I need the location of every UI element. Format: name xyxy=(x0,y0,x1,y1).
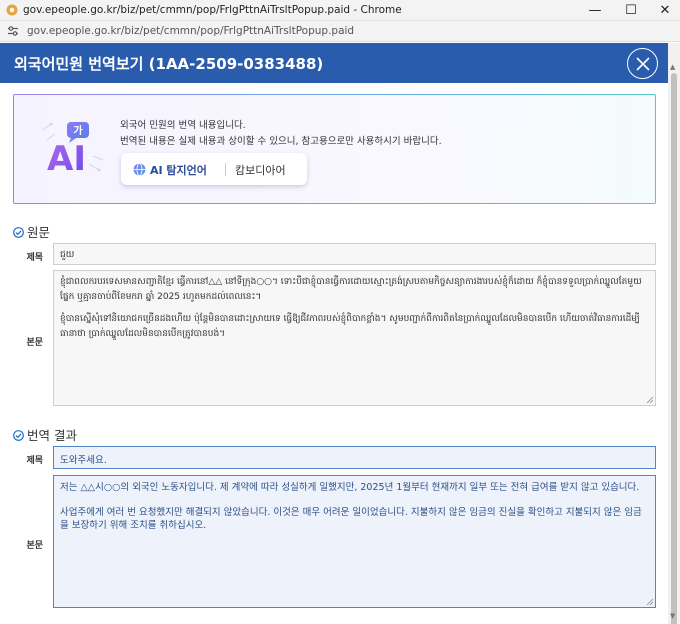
translation-body-field[interactable]: 저는 △△시○○의 외국인 노동자입니다. 제 계약에 따라 성실하게 일했지만… xyxy=(53,475,656,608)
maximize-button[interactable]: ☐ xyxy=(614,0,648,21)
detected-language-badge: AI 탐지언어 캄보디아어 xyxy=(121,153,307,185)
chrome-page-icon xyxy=(6,4,18,16)
check-circle-icon xyxy=(13,227,24,238)
translation-title-value: 도와주세요. xyxy=(60,455,107,466)
popup-header: 외국어민원 번역보기 (1AA-2509-0383488) xyxy=(0,43,668,83)
detected-language: 캄보디아어 xyxy=(235,164,286,177)
translation-heading-text: 번역 결과 xyxy=(27,428,77,443)
translation-title-field: 도와주세요. xyxy=(53,446,656,469)
popup-title: 외국어민원 번역보기 (1AA-2509-0383488) xyxy=(14,55,324,73)
notice-text-1: 외국어 민원의 번역 내용입니다. xyxy=(120,120,246,131)
ai-logo-text: AI xyxy=(47,139,86,178)
resize-handle-icon[interactable] xyxy=(646,598,654,606)
translation-title-label: 제목 xyxy=(26,456,43,466)
translation-body-paragraph: 사업주에게 여러 번 요청했지만 해결되지 않았습니다. 이것은 매우 어려운 … xyxy=(60,507,642,531)
address-bar[interactable]: gov.epeople.go.kr/biz/pet/cmmn/pop/FrlgP… xyxy=(0,21,680,42)
close-button[interactable] xyxy=(627,48,658,79)
url-text[interactable]: gov.epeople.go.kr/biz/pet/cmmn/pop/FrlgP… xyxy=(27,25,354,37)
window-title: gov.epeople.go.kr/biz/pet/cmmn/pop/FrlgP… xyxy=(23,4,402,16)
original-title-value: ជួយ xyxy=(60,250,75,260)
original-heading-text: 원문 xyxy=(27,225,51,240)
ai-detect-label: AI 탐지언어 xyxy=(150,164,207,177)
translation-body-paragraph: 저는 △△시○○의 외국인 노동자입니다. 제 계약에 따라 성실하게 일했지만… xyxy=(60,482,640,493)
globe-icon xyxy=(133,163,146,176)
scroll-up-arrow-icon[interactable]: ▲ xyxy=(670,63,675,71)
translation-section-heading: 번역 결과 xyxy=(13,425,77,444)
ai-translate-icon: 가 AI xyxy=(42,122,104,178)
translation-body-label: 본문 xyxy=(26,541,43,551)
check-circle-icon xyxy=(13,430,24,441)
scroll-down-arrow-icon[interactable]: ▼ xyxy=(670,612,675,620)
close-icon xyxy=(636,57,650,71)
minimize-button[interactable]: — xyxy=(578,0,612,21)
pill-divider xyxy=(225,163,226,176)
translation-notice: 가 AI 외국어 민원의 번역 내용입니다. 번역된 내용은 실제 내용과 상이… xyxy=(13,94,656,204)
notice-text-2: 번역된 내용은 실제 내용과 상이할 수 있으니, 참고용으로만 사용하시기 바… xyxy=(120,136,442,147)
scrollbar[interactable]: ▲ ▼ xyxy=(668,43,680,624)
ai-badge-text: 가 xyxy=(73,124,83,137)
window-close-button[interactable]: ✕ xyxy=(648,0,680,21)
original-title-field: ជួយ xyxy=(53,243,656,265)
tune-icon[interactable] xyxy=(7,25,19,37)
scrollbar-thumb[interactable] xyxy=(671,73,677,624)
original-body-paragraph: ខ្ញុំបានស្នើសុំទៅនិយោជកច្រើនដងហើយ ប៉ុន្ត… xyxy=(60,314,640,339)
original-title-label: 제목 xyxy=(26,253,43,263)
original-section-heading: 원문 xyxy=(13,222,50,241)
window-titlebar: gov.epeople.go.kr/biz/pet/cmmn/pop/FrlgP… xyxy=(0,0,680,21)
original-body-field[interactable]: ខ្ញុំជាពលករបរទេសមានសញ្ជាតិខ្មែរ ធ្វើការន… xyxy=(53,270,656,406)
original-body-label: 본문 xyxy=(26,338,43,348)
resize-handle-icon[interactable] xyxy=(646,396,654,404)
original-body-paragraph: ខ្ញុំជាពលករបរទេសមានសញ្ជាតិខ្មែរ ធ្វើការន… xyxy=(60,277,642,302)
